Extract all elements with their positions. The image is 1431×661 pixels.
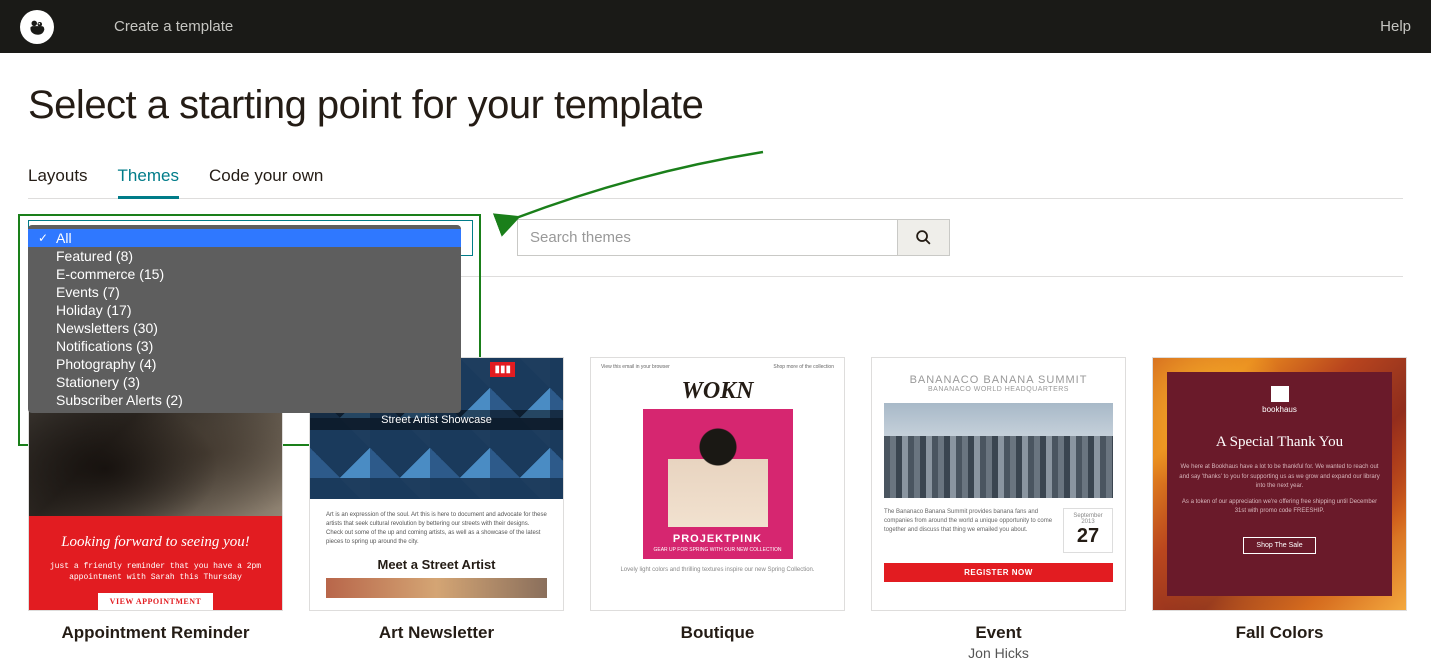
- template-card-fall-colors[interactable]: bookhaus A Special Thank You We here at …: [1152, 357, 1407, 661]
- search-input[interactable]: [517, 219, 897, 256]
- template-title: Art Newsletter: [309, 623, 564, 643]
- dropdown-option-ecommerce[interactable]: E-commerce (15): [28, 265, 461, 283]
- tab-layouts[interactable]: Layouts: [28, 166, 88, 198]
- tab-themes[interactable]: Themes: [118, 166, 179, 199]
- page-title: Select a starting point for your templat…: [28, 83, 1403, 128]
- template-title: Appointment Reminder: [28, 623, 283, 643]
- breadcrumb[interactable]: Create a template: [114, 18, 233, 35]
- tab-code-your-own[interactable]: Code your own: [209, 166, 323, 198]
- template-thumbnail: BANANACO BANANA SUMMIT BANANACO WORLD HE…: [871, 357, 1126, 611]
- template-author: Jon Hicks: [871, 645, 1126, 661]
- template-thumbnail: View this email in your browserShop more…: [590, 357, 845, 611]
- dropdown-option-newsletters[interactable]: Newsletters (30): [28, 319, 461, 337]
- dropdown-option-events[interactable]: Events (7): [28, 283, 461, 301]
- filter-row: All Featured (8) E-commerce (15) Events …: [28, 199, 1403, 277]
- template-title: Boutique: [590, 623, 845, 643]
- search-button[interactable]: [897, 219, 950, 256]
- dropdown-option-subscriber-alerts[interactable]: Subscriber Alerts (2): [28, 391, 461, 409]
- dropdown-option-holiday[interactable]: Holiday (17): [28, 301, 461, 319]
- template-thumbnail: bookhaus A Special Thank You We here at …: [1152, 357, 1407, 611]
- dropdown-option-photography[interactable]: Photography (4): [28, 355, 461, 373]
- search-icon: [915, 229, 932, 246]
- template-card-event[interactable]: BANANACO BANANA SUMMIT BANANACO WORLD HE…: [871, 357, 1126, 661]
- dropdown-option-notifications[interactable]: Notifications (3): [28, 337, 461, 355]
- category-dropdown-menu: All Featured (8) E-commerce (15) Events …: [28, 225, 461, 413]
- template-tabs: Layouts Themes Code your own: [28, 166, 1403, 199]
- app-header: Create a template Help: [0, 0, 1431, 53]
- dropdown-option-all[interactable]: All: [28, 229, 461, 247]
- help-link[interactable]: Help: [1380, 18, 1411, 35]
- mailchimp-logo-icon[interactable]: [20, 10, 54, 44]
- template-title: Fall Colors: [1152, 623, 1407, 643]
- dropdown-option-featured[interactable]: Featured (8): [28, 247, 461, 265]
- template-title: Event: [871, 623, 1126, 643]
- dropdown-option-stationery[interactable]: Stationery (3): [28, 373, 461, 391]
- template-card-boutique[interactable]: View this email in your browserShop more…: [590, 357, 845, 661]
